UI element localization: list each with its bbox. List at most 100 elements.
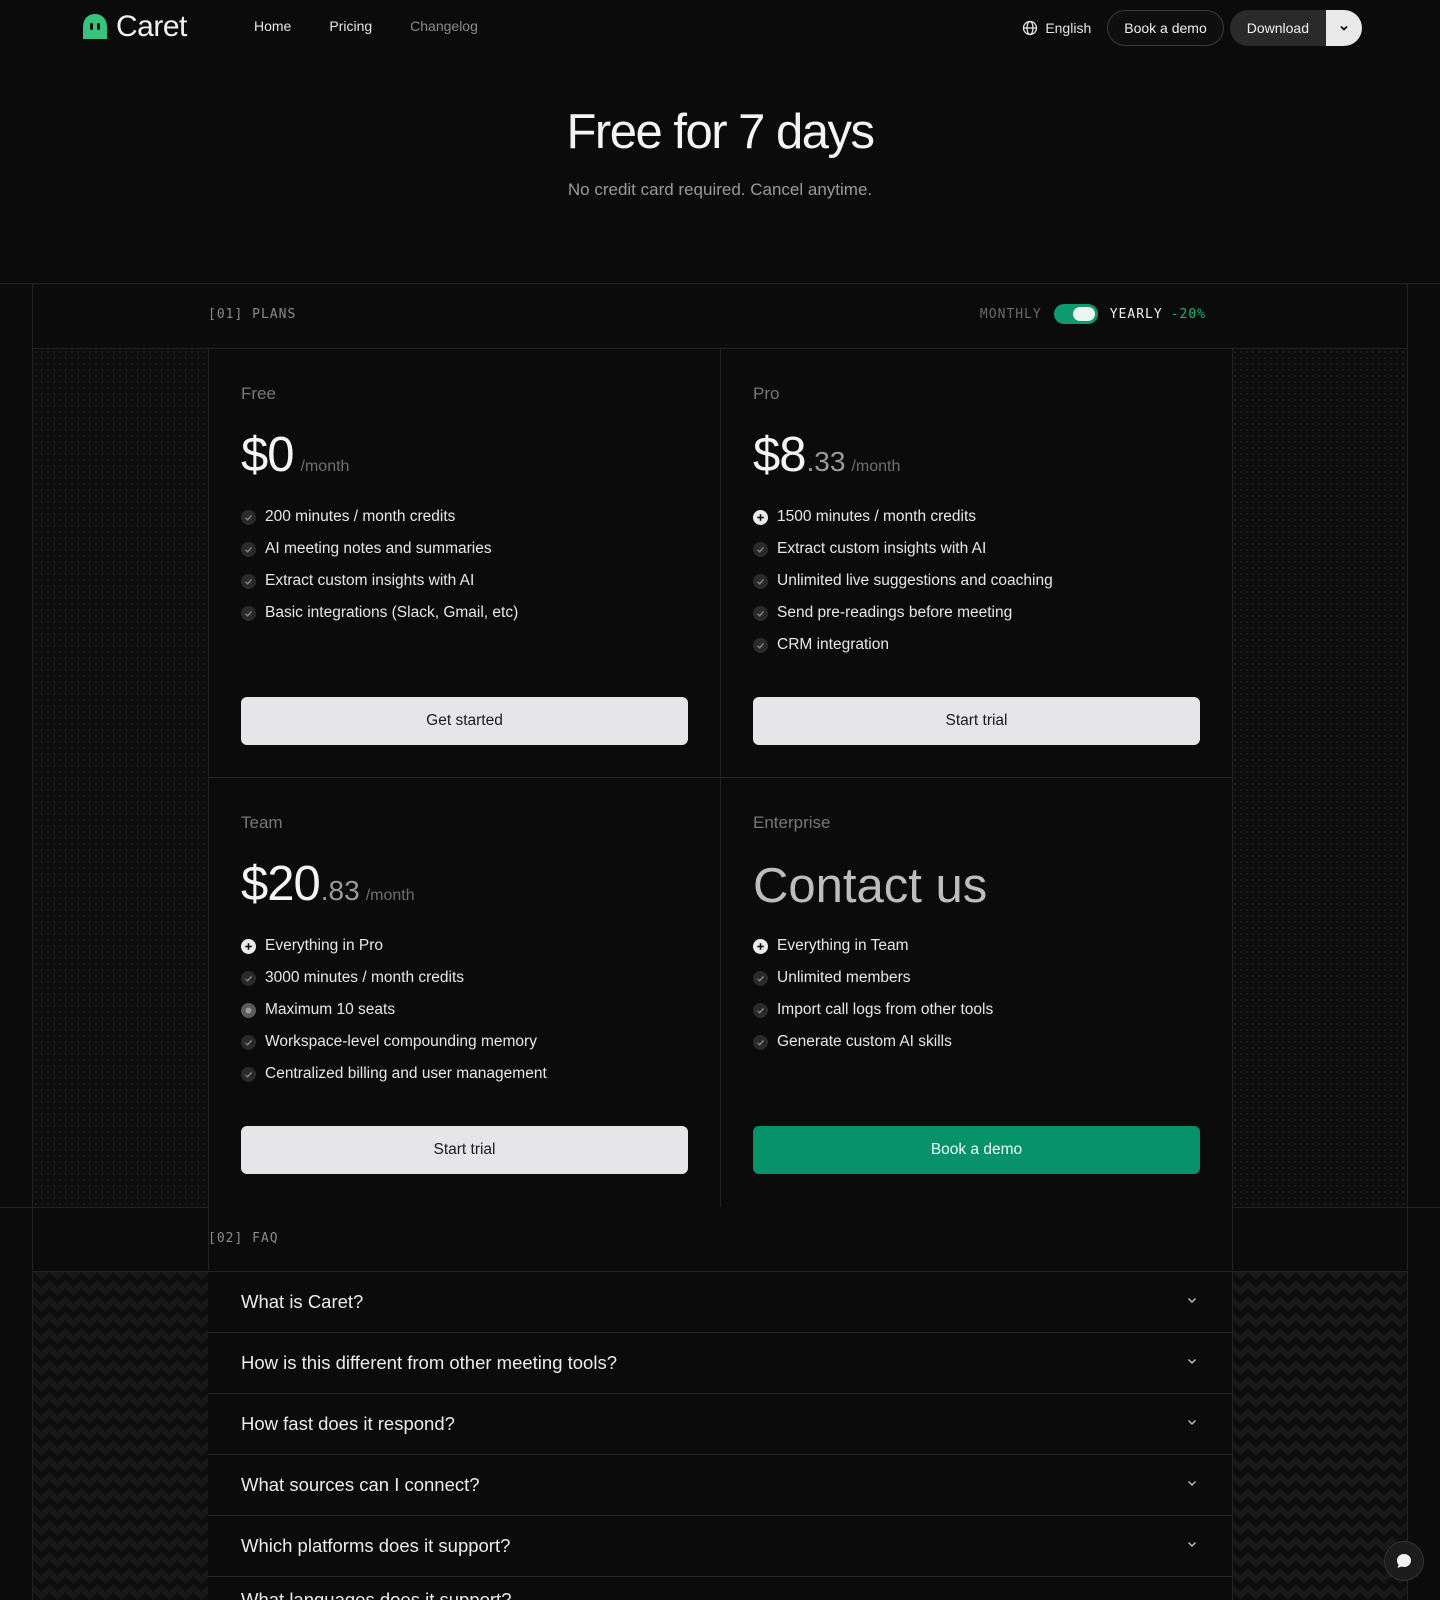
check-icon	[753, 637, 768, 653]
billing-period-switch[interactable]	[1053, 304, 1098, 324]
hero-subtitle: No credit card required. Cancel anytime.	[567, 180, 873, 199]
feature-item: Maximum 10 seats	[241, 994, 547, 1026]
plus-icon	[753, 938, 768, 954]
faq-item[interactable]: Which platforms does it support?	[208, 1516, 1232, 1577]
chevron-down-icon	[1187, 1541, 1197, 1548]
plus-icon	[753, 509, 768, 525]
feature-list: 1500 minutes / month credits Extract cus…	[753, 501, 1053, 661]
book-demo-cta-button[interactable]: Book a demo	[753, 1126, 1200, 1174]
faq-right-pattern	[1232, 1272, 1407, 1600]
check-icon	[753, 541, 768, 557]
check-icon	[753, 1002, 768, 1018]
brand-name: Caret	[116, 10, 187, 43]
feature-item: Everything in Team	[753, 930, 993, 962]
divider	[208, 777, 1232, 778]
faq-question: How is this different from other meeting…	[241, 1352, 617, 1373]
feature-list: Everything in Pro 3000 minutes / month c…	[241, 930, 547, 1090]
feature-item: Generate custom AI skills	[753, 1026, 993, 1058]
faq-item[interactable]: What sources can I connect?	[208, 1455, 1232, 1516]
faq-question: Which platforms does it support?	[241, 1535, 511, 1556]
chevron-down-icon	[1187, 1480, 1197, 1487]
feature-list: 200 minutes / month credits AI meeting n…	[241, 501, 518, 629]
plan-card-team: Team $20 .83 /month Everything in Pro 30…	[209, 778, 721, 1208]
download-button[interactable]: Download	[1229, 10, 1326, 46]
plan-price: $0 /month	[241, 427, 349, 483]
check-icon	[241, 1066, 256, 1082]
price-cents: .83	[320, 875, 360, 906]
check-icon	[241, 1034, 256, 1050]
plan-card-pro: Pro $8 .33 /month 1500 minutes / month c…	[721, 349, 1233, 779]
nav-link-home[interactable]: Home	[254, 18, 291, 34]
price-cents: .33	[806, 446, 846, 477]
billing-yearly-label[interactable]: YEARLY	[1110, 307, 1163, 322]
feature-item: Basic integrations (Slack, Gmail, etc)	[241, 597, 518, 629]
billing-monthly-label[interactable]: MONTHLY	[980, 307, 1042, 322]
feature-list: Everything in Team Unlimited members Imp…	[753, 930, 993, 1058]
plans-left-pattern	[33, 349, 208, 1207]
faq-section-label: [02] FAQ	[208, 1231, 279, 1246]
feature-item: AI meeting notes and summaries	[241, 533, 518, 565]
divider	[0, 283, 1440, 284]
feature-item: Unlimited live suggestions and coaching	[753, 565, 1053, 597]
check-icon	[753, 605, 768, 621]
feature-item: Centralized billing and user management	[241, 1058, 547, 1090]
feature-item: CRM integration	[753, 629, 1053, 661]
hero-title: Free for 7 days	[566, 105, 875, 159]
check-icon	[241, 509, 256, 525]
start-trial-button[interactable]: Start trial	[753, 697, 1200, 745]
feature-item: Extract custom insights with AI	[241, 565, 518, 597]
book-demo-button[interactable]: Book a demo	[1107, 10, 1224, 46]
nav-actions: English Book a demo Download	[1012, 10, 1362, 46]
plan-name: Enterprise	[753, 813, 831, 832]
check-icon	[753, 1034, 768, 1050]
plan-name: Free	[241, 384, 276, 403]
brand-logo[interactable]: Caret	[80, 12, 187, 42]
get-started-button[interactable]: Get started	[241, 697, 688, 745]
faq-question: What is Caret?	[241, 1291, 364, 1312]
faq-question: How fast does it respond?	[241, 1413, 455, 1434]
price-amount: $20	[241, 857, 321, 911]
divider	[1407, 283, 1408, 1600]
chevron-down-icon	[1187, 1297, 1197, 1304]
faq-item[interactable]: How is this different from other meeting…	[208, 1333, 1232, 1394]
start-trial-button[interactable]: Start trial	[241, 1126, 688, 1174]
plan-name: Team	[241, 813, 283, 832]
feature-item: Everything in Pro	[241, 930, 547, 962]
download-options-button[interactable]	[1326, 10, 1362, 46]
price-period: /month	[851, 458, 901, 475]
check-icon	[241, 605, 256, 621]
faq-item[interactable]: What languages does it support?	[208, 1577, 1232, 1600]
faq-item[interactable]: How fast does it respond?	[208, 1394, 1232, 1455]
language-label: English	[1045, 20, 1092, 36]
price-amount: $8	[753, 428, 807, 482]
caret-logo-icon	[83, 14, 107, 39]
plan-name: Pro	[753, 384, 780, 403]
check-icon	[241, 573, 256, 589]
faq-left-pattern	[33, 1272, 208, 1600]
top-nav: Caret Home Pricing Changelog English Boo…	[0, 0, 1440, 55]
plans-section-label: [01] PLANS	[208, 307, 297, 322]
faq-question: What sources can I connect?	[241, 1474, 480, 1495]
check-icon	[241, 970, 256, 986]
plan-price: $20 .83 /month	[241, 856, 415, 912]
yearly-discount-badge: -20%	[1170, 306, 1206, 322]
check-icon	[753, 970, 768, 986]
plan-card-enterprise: Enterprise Contact us Everything in Team…	[721, 778, 1233, 1208]
feature-item: Send pre-readings before meeting	[753, 597, 1053, 629]
faq-item[interactable]: What is Caret?	[208, 1272, 1232, 1333]
nav-link-pricing[interactable]: Pricing	[329, 18, 372, 34]
language-selector[interactable]: English	[1012, 10, 1101, 46]
download-button-group: Download	[1229, 10, 1362, 46]
nav-links: Home Pricing Changelog	[254, 18, 478, 34]
plans-right-pattern	[1232, 349, 1407, 1207]
billing-toggle: MONTHLY YEARLY -20%	[980, 304, 1206, 324]
plan-price: $8 .33 /month	[753, 427, 900, 483]
feature-item: 3000 minutes / month credits	[241, 962, 547, 994]
price-period: /month	[365, 887, 415, 904]
feature-item: Workspace-level compounding memory	[241, 1026, 547, 1058]
price-period: /month	[300, 458, 350, 475]
nav-link-changelog[interactable]: Changelog	[410, 18, 478, 34]
feature-item: Unlimited members	[753, 962, 993, 994]
chat-launcher-button[interactable]	[1384, 1541, 1424, 1581]
dot-icon	[241, 1002, 256, 1018]
